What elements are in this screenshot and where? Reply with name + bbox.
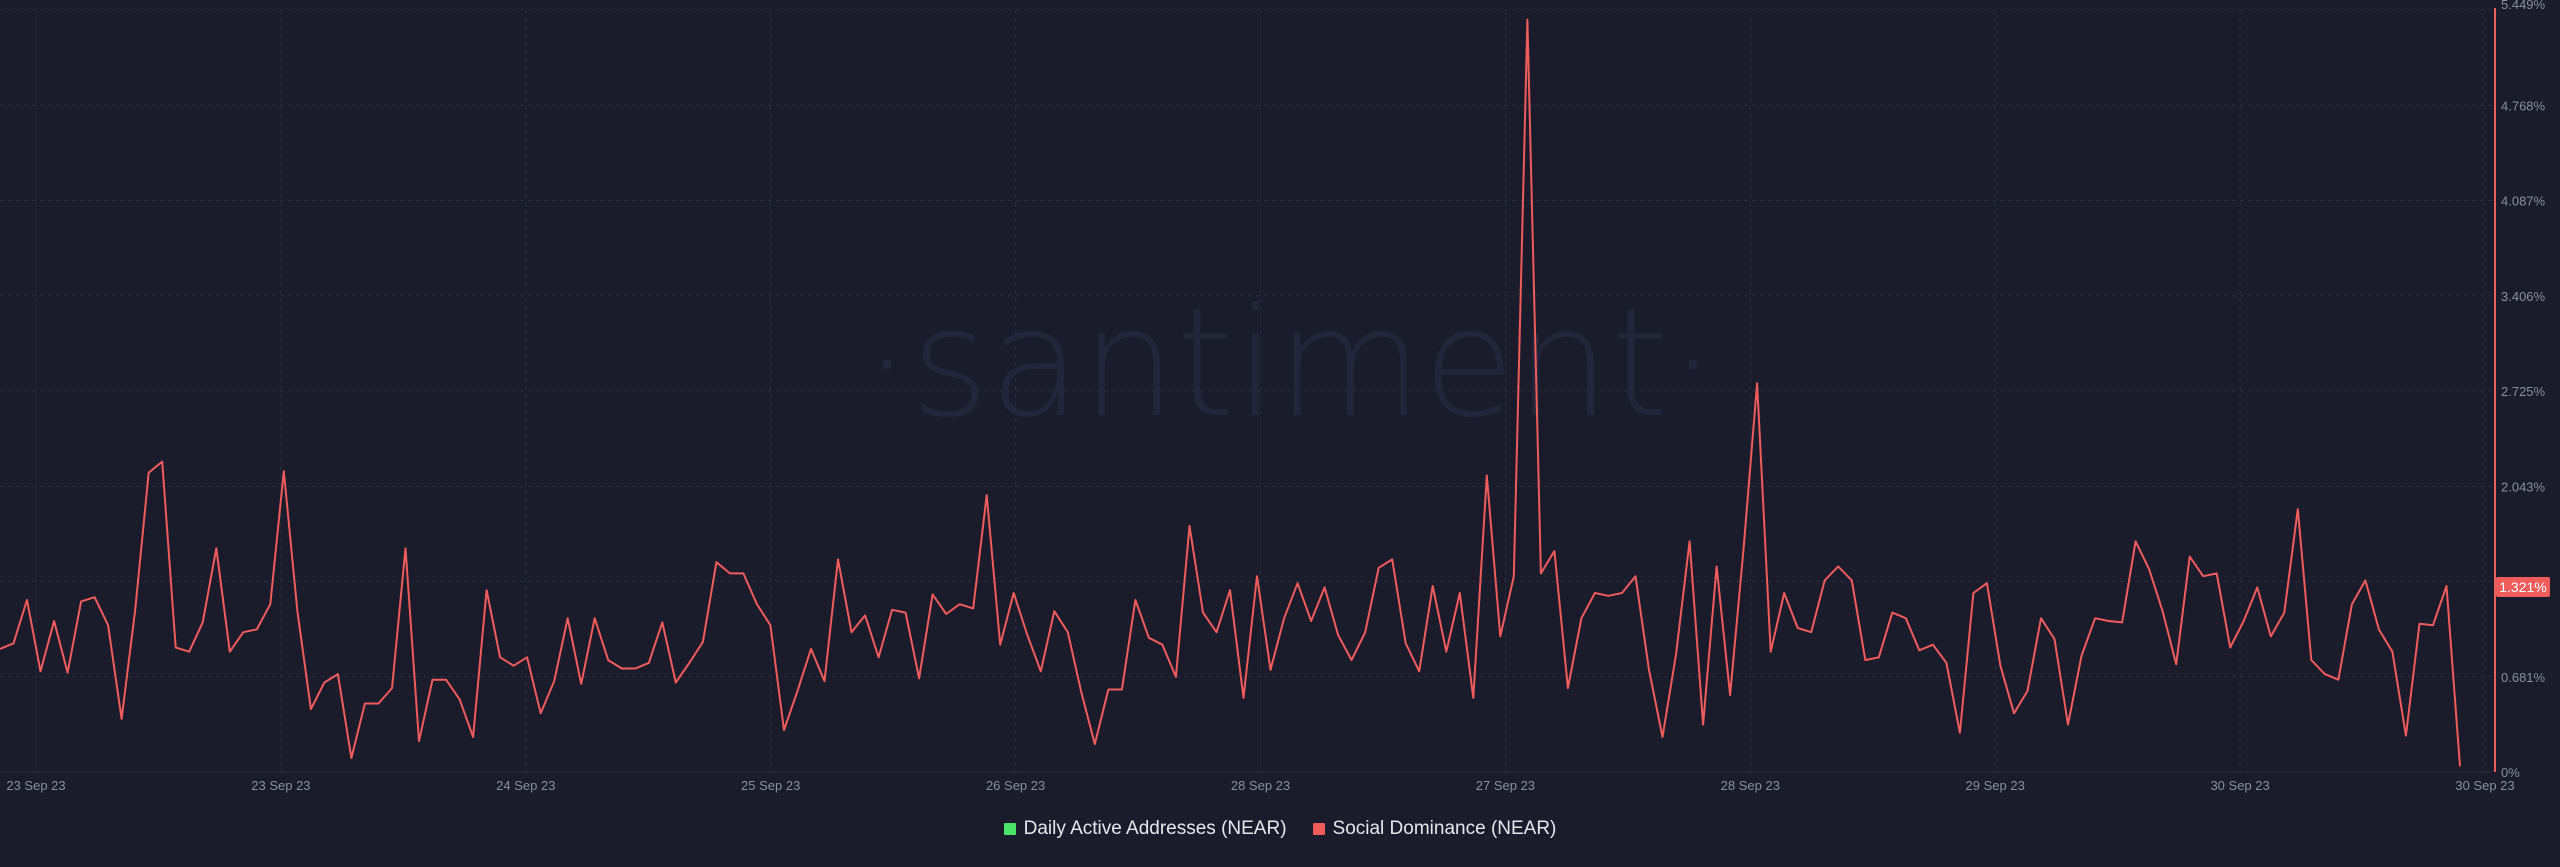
x-tick-label: 29 Sep 23 <box>1966 778 2025 793</box>
x-tick-label: 27 Sep 23 <box>1476 778 1535 793</box>
legend-label: Daily Active Addresses (NEAR) <box>1023 818 1287 839</box>
chart-svg: ·santiment· 0%0.681%1.321%2.043%2.725%3.… <box>0 0 2550 793</box>
y-tick-label: 4.087% <box>2501 194 2546 209</box>
x-tick-label: 28 Sep 23 <box>1721 778 1780 793</box>
x-tick-label: 23 Sep 23 <box>6 778 65 793</box>
legend-item-daily-active-addresses[interactable]: Daily Active Addresses (NEAR) <box>1003 818 1287 840</box>
y-tick-label: 2.725% <box>2501 384 2546 399</box>
chart-area: ·santiment· 0%0.681%1.321%2.043%2.725%3.… <box>0 0 2560 867</box>
watermark: ·santiment· <box>863 277 1716 451</box>
legend-item-social-dominance[interactable]: Social Dominance (NEAR) <box>1312 818 1557 840</box>
x-tick-label: 28 Sep 23 <box>1231 778 1290 793</box>
y-tick-label: 2.043% <box>2501 479 2546 494</box>
legend-label: Social Dominance (NEAR) <box>1332 818 1557 839</box>
x-axis: 23 Sep 23 23 Sep 23 24 Sep 23 25 Sep 23 26 S… <box>6 778 2514 793</box>
last-value-badge-text: 1.321% <box>2499 579 2546 595</box>
y-tick-label: 4.768% <box>2501 98 2546 113</box>
x-tick-label: 26 Sep 23 <box>986 778 1045 793</box>
legend-swatch-green <box>1003 823 1016 835</box>
legend-swatch-red <box>1312 823 1325 835</box>
x-tick-label: 30 Sep 23 <box>2210 778 2269 793</box>
x-tick-label: 24 Sep 23 <box>496 778 555 793</box>
y-tick-label: 0.681% <box>2501 670 2546 685</box>
x-tick-label: 23 Sep 23 <box>251 778 310 793</box>
y-axis: 0%0.681%1.321%2.043%2.725%3.406%4.087%4.… <box>2494 0 2546 780</box>
legend: Daily Active Addresses (NEAR) Social Dom… <box>0 818 2560 840</box>
y-tick-label: 3.406% <box>2501 289 2546 304</box>
last-value-badge: 1.321% <box>2496 577 2550 597</box>
x-tick-label: 30 Sep 23 <box>2455 778 2514 793</box>
y-tick-label: 5.449% <box>2501 0 2546 12</box>
x-tick-label: 25 Sep 23 <box>741 778 800 793</box>
